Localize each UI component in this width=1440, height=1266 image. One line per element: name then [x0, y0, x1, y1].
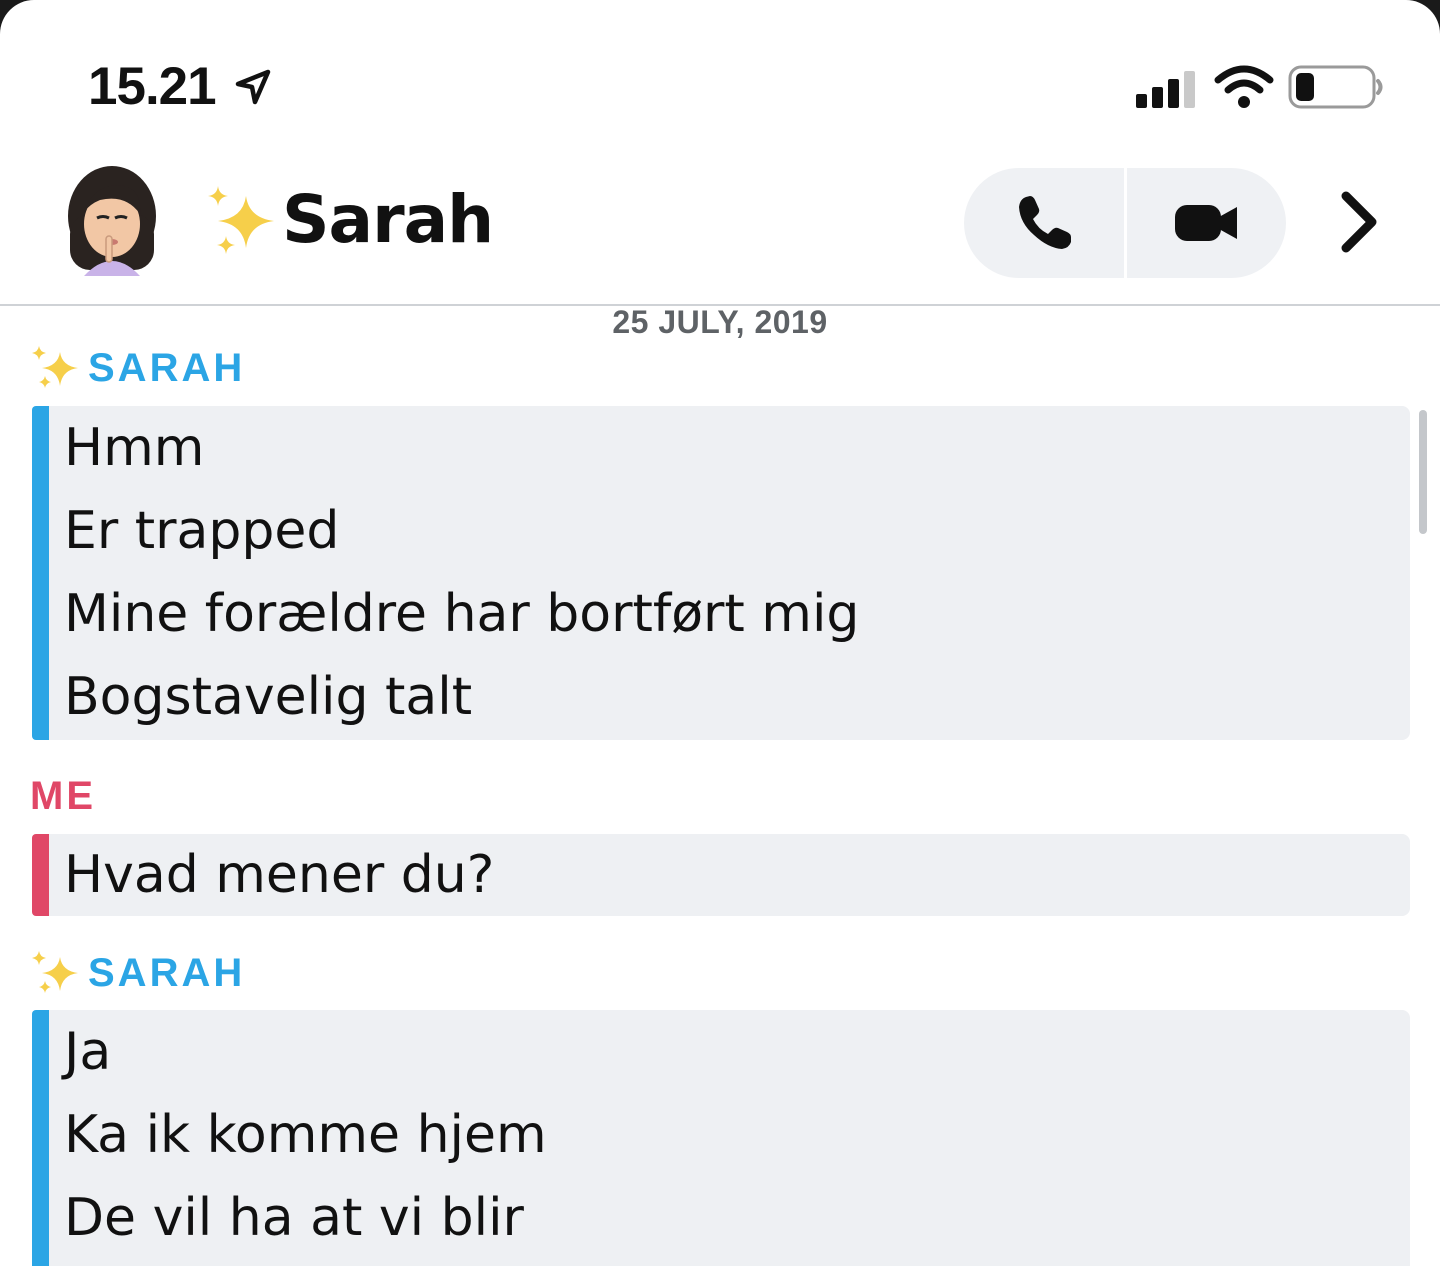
sender-bar — [32, 1010, 49, 1266]
message-text[interactable]: Ka ik komme hjem — [64, 1093, 547, 1177]
cellular-signal-icon — [1136, 71, 1195, 108]
chat-title[interactable]: Sarah — [282, 180, 494, 260]
sender-name: SARAH — [88, 346, 246, 390]
video-call-button[interactable] — [1126, 168, 1286, 278]
message-text[interactable]: Mine forældre har bortført mig — [64, 572, 859, 656]
chat-screen: 15.21 Sarah 25 JULY, 2019 SARAH Hmm Er t… — [0, 0, 1440, 1266]
message-text[interactable]: Ja — [64, 1010, 111, 1094]
wifi-icon — [1214, 65, 1274, 108]
sender-label: ME — [30, 774, 96, 818]
chat-date: 25 JULY, 2019 — [612, 304, 828, 340]
message-text[interactable]: Er trapped — [64, 489, 339, 573]
location-arrow-icon — [235, 69, 271, 105]
phone-icon — [1019, 196, 1071, 249]
scrollbar[interactable] — [1419, 410, 1427, 534]
call-actions — [964, 168, 1286, 278]
audio-call-button[interactable] — [964, 168, 1124, 278]
bitmoji-avatar-icon[interactable] — [64, 164, 160, 280]
message-group: Hvad mener du? — [32, 834, 1410, 916]
message-text[interactable]: Bogstavelig talt — [64, 655, 472, 739]
message-text[interactable]: Hvad mener du? — [64, 834, 494, 916]
message-group: Ja Ka ik komme hjem De vil ha at vi blir — [32, 1010, 1410, 1266]
sparkles-icon — [32, 951, 78, 993]
status-time: 15.21 — [88, 57, 217, 116]
sender-label: SARAH — [30, 951, 245, 995]
message-text[interactable]: Hmm — [64, 406, 204, 490]
sender-bar — [32, 834, 49, 916]
sender-label: SARAH — [30, 346, 245, 390]
sender-name: ME — [30, 774, 96, 818]
sender-bar — [32, 406, 49, 740]
sparkles-icon — [208, 186, 274, 254]
sparkles-icon — [32, 346, 78, 388]
message-text[interactable]: De vil ha at vi blir — [64, 1176, 524, 1260]
message-group: Hmm Er trapped Mine forældre har bortfør… — [32, 406, 1410, 740]
chevron-right-icon[interactable] — [1338, 190, 1380, 254]
sender-name: SARAH — [88, 951, 246, 995]
video-camera-icon — [1175, 205, 1237, 241]
battery-icon — [1288, 65, 1383, 109]
